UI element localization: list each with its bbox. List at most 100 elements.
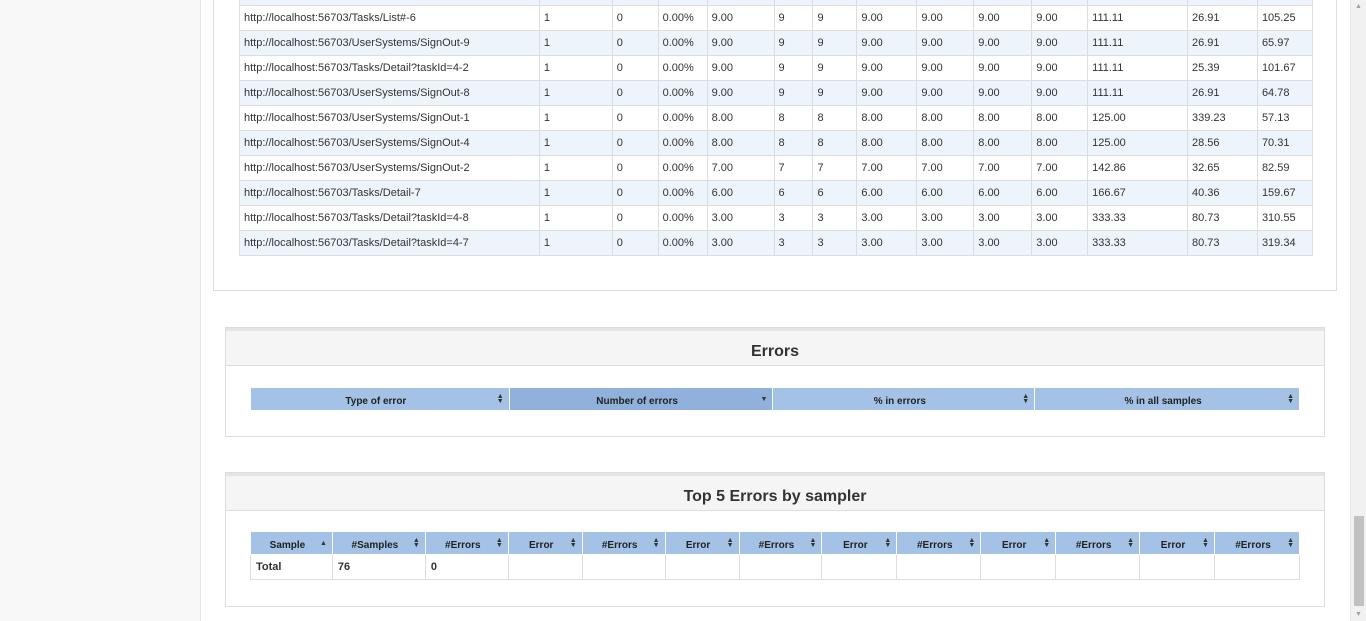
cell-received: 339.23 [1187,105,1258,131]
cell-error-pct: 0.00% [657,105,708,131]
column-header-samples-1[interactable]: #Samples ▲ ▼ [331,531,426,555]
table-row-total: Total 76 0 [250,554,1301,580]
sort-both-icon: ▲ ▼ [968,537,976,549]
column-header-errors-10[interactable]: #Errors ▲ ▼ [1055,531,1141,555]
vertical-scrollbar[interactable]: ▲ ▼ [1350,0,1366,621]
column-header-number-of-errors[interactable]: Number of errors ▼ [508,387,774,411]
cell-median: 9.00 [856,80,918,106]
cell-sent: 57.13 [1256,105,1314,131]
cell-ko: 0 [611,30,659,56]
cell-max: 9 [812,80,858,106]
sort-both-icon: ▲ ▼ [1287,393,1294,405]
sort-both-icon: ▲ ▼ [1043,537,1051,549]
cell-received: 80.73 [1187,230,1258,256]
sort-descending-icon: ▼ [760,396,768,403]
column-header-error-11[interactable]: Error ▲ ▼ [1139,531,1215,555]
errors-table: Type of error ▲ ▼ Number of errors ▼ % in e… [250,387,1300,411]
column-header-percent-in-errors[interactable]: % in errors ▲ ▼ [772,387,1036,411]
column-header-errors-6[interactable]: #Errors ▲ ▼ [738,531,823,555]
column-header-error-9[interactable]: Error ▲ ▼ [980,531,1057,555]
table-row: http://localhost:56703/Tasks/Detail-7 1 0 0… [239,180,1314,206]
table-row: http://localhost:56703/UserSystems/SignO… [239,80,1314,106]
cell-average: 8.00 [706,105,775,131]
cell-p99: 3.00 [1031,230,1089,256]
empty-cell [1139,554,1215,580]
cell-error-pct: 0.00% [657,130,708,156]
statistics-panel: http://localhost:56703/UserSystems/SignO… [213,0,1337,291]
sort-both-icon: ▲ ▼ [726,537,734,549]
cell-received: 80.73 [1187,205,1258,231]
cell-label: http://localhost:56703/UserSystems/SignO… [239,130,540,156]
cell-p90: 9.00 [916,5,975,31]
cell-max: 3 [812,230,858,256]
cell-min: 7 [773,155,814,181]
column-header-percent-in-all-samples[interactable]: % in all samples ▲ ▼ [1034,387,1300,411]
cell-p95: 8.00 [973,130,1033,156]
column-header-errors-8[interactable]: #Errors ▲ ▼ [896,531,982,555]
cell-p99: 3.00 [1031,205,1089,231]
cell-p95: 9.00 [973,55,1033,81]
cell-max: 7 [812,155,858,181]
cell-error-pct: 0.00% [657,180,708,206]
cell-received: 26.91 [1187,5,1258,31]
table-row: http://localhost:56703/Tasks/Detail?task… [239,205,1314,231]
cell-error-pct: 0.00% [657,155,708,181]
total-samples: 76 [331,554,426,580]
cell-median: 8.00 [856,105,918,131]
cell-p90: 3.00 [916,205,975,231]
scroll-up-arrow-icon[interactable]: ▲ [1355,3,1362,10]
cell-ko: 0 [611,105,659,131]
empty-cell [896,554,982,580]
cell-p95: 9.00 [973,30,1033,56]
cell-average: 9.00 [706,5,775,31]
cell-throughput: 125.00 [1087,130,1189,156]
column-header-errors-12[interactable]: #Errors ▲ ▼ [1213,531,1301,555]
cell-error-pct: 0.00% [657,230,708,256]
sort-both-icon: ▲ ▼ [884,537,892,549]
cell-label: http://localhost:56703/Tasks/Detail?task… [239,230,540,256]
cell-p95: 9.00 [973,80,1033,106]
cell-throughput: 166.67 [1087,180,1189,206]
column-header-error-3[interactable]: Error ▲ ▼ [507,531,583,555]
cell-label: http://localhost:56703/Tasks/Detail?task… [239,205,540,231]
cell-samples: 1 [538,230,613,256]
sort-both-icon: ▲ ▼ [1202,537,1209,549]
cell-received: 26.91 [1187,30,1258,56]
cell-median: 9.00 [856,30,918,56]
empty-cell [738,554,823,580]
cell-received: 25.39 [1187,55,1258,81]
scroll-down-arrow-icon[interactable]: ▼ [1355,611,1362,618]
cell-p90: 9.00 [916,55,975,81]
column-header-errors-4[interactable]: #Errors ▲ ▼ [581,531,666,555]
table-row: http://localhost:56703/UserSystems/SignO… [239,30,1314,56]
cell-received: 28.56 [1187,130,1258,156]
scrollbar-thumb[interactable] [1354,516,1364,606]
cell-max: 9 [812,55,858,81]
cell-max: 9 [812,30,858,56]
cell-p90: 3.00 [916,230,975,256]
column-header-error-7[interactable]: Error ▲ ▼ [821,531,898,555]
column-header-type-of-error[interactable]: Type of error ▲ ▼ [250,387,510,411]
column-header-sample-0[interactable]: Sample ▲ [250,531,333,555]
cell-ko: 0 [611,5,659,31]
table-row: http://localhost:56703/Tasks/List#-6 1 0 0.… [239,5,1314,31]
cell-throughput: 111.11 [1087,30,1189,56]
cell-p99: 8.00 [1031,105,1089,131]
cell-samples: 1 [538,180,613,206]
cell-average: 9.00 [706,55,775,81]
cell-average: 9.00 [706,80,775,106]
cell-p95: 9.00 [973,5,1033,31]
empty-cell [1213,554,1301,580]
sort-ascending-icon: ▲ [319,540,327,547]
cell-p95: 3.00 [973,205,1033,231]
cell-p90: 9.00 [916,80,975,106]
cell-label: http://localhost:56703/Tasks/List#-6 [239,5,540,31]
top5-errors-panel: Top 5 Errors by sampler Sample ▲ #Samples ▲… [225,472,1325,607]
column-header-errors-2[interactable]: #Errors ▲ ▼ [424,531,509,555]
cell-p95: 8.00 [973,105,1033,131]
cell-average: 3.00 [706,205,775,231]
cell-throughput: 125.00 [1087,105,1189,131]
column-header-error-5[interactable]: Error ▲ ▼ [664,531,740,555]
cell-min: 8 [773,130,814,156]
cell-throughput: 111.11 [1087,80,1189,106]
